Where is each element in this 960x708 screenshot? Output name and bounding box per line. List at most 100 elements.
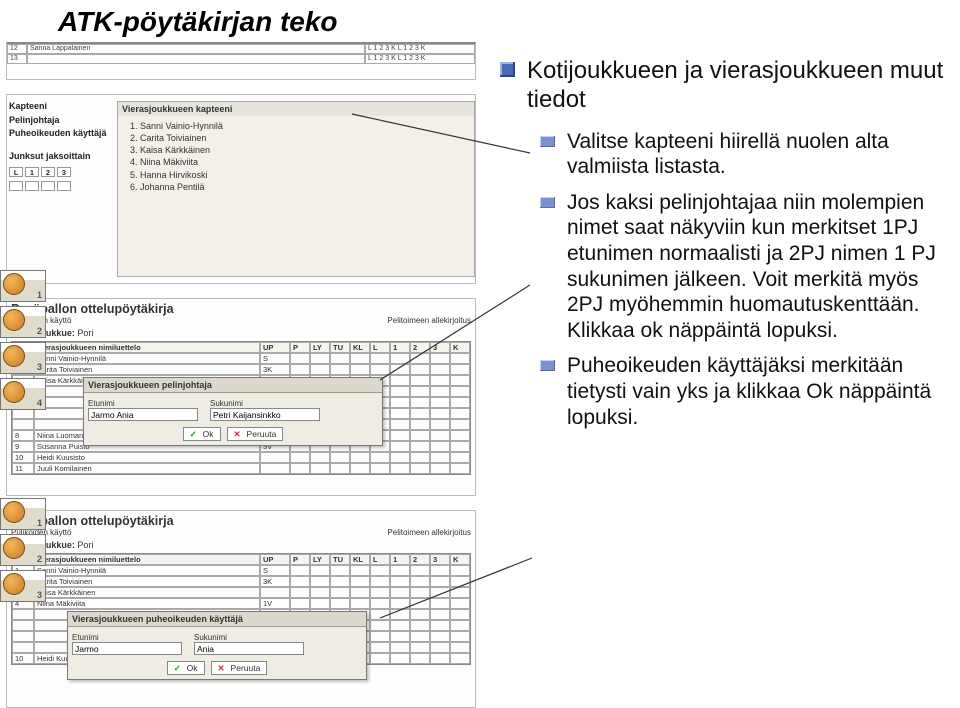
cell <box>330 576 350 587</box>
cell <box>310 463 330 474</box>
sukunimi-label: Sukunimi <box>194 633 304 642</box>
pelinjohtaja-dialog: Vierasjoukkueen pelinjohtaja Etunimi Suk… <box>83 377 383 446</box>
sukunimi-input[interactable] <box>210 408 320 421</box>
dropdown-item[interactable]: Carita Toiviainen <box>140 132 468 144</box>
thumbnail[interactable]: 2 <box>0 306 46 338</box>
ball-icon <box>3 537 25 559</box>
thumbnail[interactable]: 2 <box>0 534 46 566</box>
ok-button[interactable]: Ok <box>183 427 221 441</box>
cell <box>430 565 450 576</box>
row-name <box>27 54 365 64</box>
role-kapteeni: Kapteeni <box>9 99 115 113</box>
cell <box>310 576 330 587</box>
cell <box>350 587 370 598</box>
cell <box>390 408 410 419</box>
role-junksut: Junksut jaksoittain <box>9 149 115 163</box>
scorecard-title: Pesäpallon ottelupöytäkirja <box>11 514 471 528</box>
junksut-col: 3 <box>57 167 71 177</box>
ok-button[interactable]: Ok <box>167 661 205 675</box>
col-header: 2 <box>410 342 430 353</box>
cell <box>430 620 450 631</box>
thumbnail[interactable]: 4 <box>0 378 46 410</box>
thumbnail[interactable]: 1 <box>0 270 46 302</box>
cell <box>350 463 370 474</box>
dialog-title: Vierasjoukkueen puheoikeuden käyttäjä <box>68 612 366 627</box>
dropdown-title: Vierasjoukkueen kapteeni <box>118 102 474 116</box>
sub-bullet: Puheoikeuden käyttäjäksi merkitään tiety… <box>540 353 944 430</box>
cell <box>450 587 470 598</box>
sukunimi-input[interactable] <box>194 642 304 655</box>
cell <box>390 620 410 631</box>
cell <box>390 452 410 463</box>
cell <box>390 430 410 441</box>
cell: S <box>260 353 290 364</box>
scorecard-panel-2: Pesäpallon ottelupöytäkirja Pulikoiden k… <box>6 510 476 708</box>
dropdown-item[interactable]: Kaisa Kärkkäinen <box>140 144 468 156</box>
thumb-num: 2 <box>37 554 42 564</box>
cell <box>350 576 370 587</box>
cell <box>330 598 350 609</box>
col-header: LY <box>310 554 330 565</box>
check-icon <box>174 663 184 673</box>
cancel-label: Peruuta <box>247 429 277 439</box>
cell <box>450 430 470 441</box>
cell <box>450 609 470 620</box>
cancel-button[interactable]: Peruuta <box>211 661 268 675</box>
cell <box>370 631 390 642</box>
etunimi-input[interactable] <box>72 642 182 655</box>
dropdown-item[interactable]: Sanni Vainio-Hynnilä <box>140 120 468 132</box>
junksut-col: 2 <box>41 167 55 177</box>
role-puheoikeus: Puheoikeuden käyttäjä <box>9 128 115 139</box>
scorecard-panel-1: Pesäpallon ottelupöytäkirja Pulikoiden k… <box>6 298 476 496</box>
cell <box>330 452 350 463</box>
team-value: Pori <box>77 328 93 338</box>
team-value: Pori <box>77 540 93 550</box>
cell <box>410 441 430 452</box>
dropdown-item[interactable]: Hanna Hirvikoski <box>140 169 468 181</box>
etunimi-input[interactable] <box>88 408 198 421</box>
cell <box>390 565 410 576</box>
thumbnail[interactable]: 1 <box>0 498 46 530</box>
ball-icon <box>3 273 25 295</box>
square-bullet-icon <box>540 197 555 208</box>
cell <box>430 653 450 664</box>
bullet-heading: Kotijoukkueen ja vierasjoukkueen muut ti… <box>500 56 944 115</box>
dropdown-item[interactable]: Johanna Pentilä <box>140 181 468 193</box>
row-num: 12 <box>7 44 27 54</box>
ball-icon <box>3 345 25 367</box>
cell <box>290 598 310 609</box>
cell: Carita Toiviainen <box>34 364 260 375</box>
junksut-cell <box>41 181 55 191</box>
check-icon <box>190 429 200 439</box>
cell <box>290 565 310 576</box>
thumbnail[interactable]: 3 <box>0 570 46 602</box>
ball-icon <box>3 309 25 331</box>
cell <box>310 587 330 598</box>
cell <box>350 452 370 463</box>
col-header: UP <box>260 342 290 353</box>
col-header: P <box>290 342 310 353</box>
thumbnail[interactable]: 3 <box>0 342 46 374</box>
cell: Carita Toiviainen <box>34 576 260 587</box>
cell <box>390 386 410 397</box>
etunimi-label: Etunimi <box>88 399 198 408</box>
cell <box>450 631 470 642</box>
cell: S <box>260 565 290 576</box>
cell <box>12 620 34 631</box>
cell: Sanni Vainio-Hynnilä <box>34 353 260 364</box>
captain-dropdown[interactable]: Vierasjoukkueen kapteeni Sanni Vainio-Hy… <box>117 101 475 277</box>
cell <box>350 598 370 609</box>
square-bullet-icon <box>540 136 555 147</box>
cell <box>370 463 390 474</box>
cell <box>430 576 450 587</box>
cell <box>330 353 350 364</box>
cell <box>450 598 470 609</box>
col-header: 3 <box>430 554 450 565</box>
junksut-grid: L 1 2 3 <box>9 167 115 177</box>
junksut-cell <box>25 181 39 191</box>
cell <box>430 397 450 408</box>
cell <box>310 364 330 375</box>
junksut-col: L <box>9 167 23 177</box>
dropdown-item[interactable]: Niina Mäkiviita <box>140 156 468 168</box>
cancel-button[interactable]: Peruuta <box>227 427 284 441</box>
